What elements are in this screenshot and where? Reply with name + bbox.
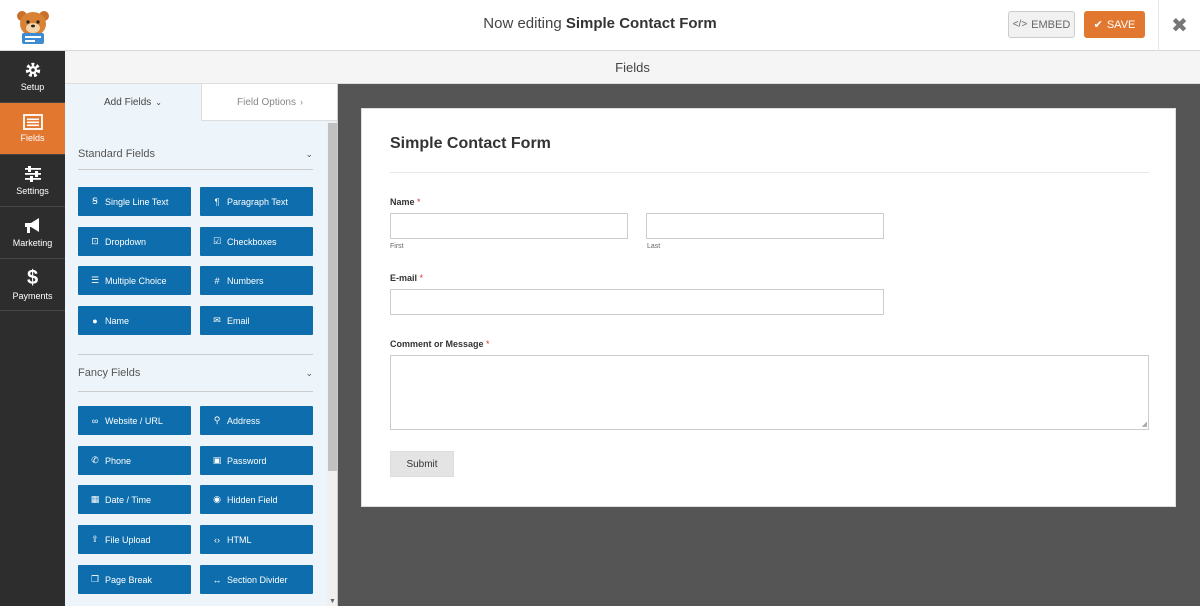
code-icon: </> <box>1012 19 1028 30</box>
add-file-upload-button[interactable]: ⇪ File Upload <box>78 525 191 554</box>
divider <box>78 169 313 170</box>
link-icon: ∞ <box>91 415 99 426</box>
chevron-down-icon: ⌄ <box>305 148 313 159</box>
fields-panel: Add Fields ⌄ Field Options › ▼ Standard … <box>65 84 338 606</box>
phone-icon: ✆ <box>91 455 99 465</box>
chevron-right-icon: › <box>299 97 303 107</box>
comment-textarea[interactable]: ◢ <box>390 355 1149 430</box>
fancy-fields-header[interactable]: Fancy Fields ⌄ <box>78 363 313 383</box>
standard-fields-header[interactable]: Standard Fields ⌄ <box>78 144 313 164</box>
scroll-down-icon[interactable]: ▼ <box>329 598 336 605</box>
name-label: Name * <box>390 197 421 207</box>
envelope-icon: ✉ <box>213 315 221 325</box>
map-pin-icon: ⚲ <box>213 415 221 425</box>
add-section-divider-button[interactable]: ↔ Section Divider <box>200 565 313 594</box>
add-address-button[interactable]: ⚲ Address <box>200 406 313 435</box>
tab-add-fields[interactable]: Add Fields ⌄ <box>65 84 201 121</box>
add-phone-button[interactable]: ✆ Phone <box>78 446 191 475</box>
add-html-button[interactable]: ‹› HTML <box>200 525 313 554</box>
nav-item-marketing[interactable]: Marketing <box>0 207 65 259</box>
eye-slash-icon: ◉ <box>213 494 221 504</box>
nav-item-setup[interactable]: Setup <box>0 51 65 103</box>
panel-tabs: Add Fields ⌄ Field Options › <box>65 84 337 121</box>
form-preview: Simple Contact Form Name * First Last E-… <box>361 108 1176 507</box>
text-icon: Ꞩ <box>92 196 98 206</box>
email-input[interactable] <box>390 289 884 315</box>
resize-handle-icon[interactable]: ◢ <box>1142 421 1147 428</box>
check-icon: ✔ <box>1093 19 1103 31</box>
divider <box>390 172 1149 173</box>
tab-field-options[interactable]: Field Options › <box>201 84 337 121</box>
calendar-icon: ▦ <box>90 494 100 504</box>
scrollbar[interactable]: ▼ <box>327 121 337 606</box>
copy-icon: ❐ <box>90 574 100 584</box>
name-first-input[interactable] <box>390 213 628 239</box>
nav-item-settings[interactable]: Settings <box>0 155 65 207</box>
dollar-icon: $ <box>26 267 39 289</box>
close-icon: ✖ <box>1171 15 1188 37</box>
nav-item-fields[interactable]: Fields <box>0 103 65 155</box>
add-email-button[interactable]: ✉ Email <box>200 306 313 335</box>
hash-icon: # <box>214 275 220 286</box>
paragraph-icon: ¶ <box>214 196 220 207</box>
dropdown-icon: ⊡ <box>91 236 99 246</box>
add-multiple-choice-button[interactable]: ☰ Multiple Choice <box>78 266 191 295</box>
name-last-input[interactable] <box>646 213 884 239</box>
fields-header: Fields <box>65 51 1200 84</box>
add-website-url-button[interactable]: ∞ Website / URL <box>78 406 191 435</box>
add-password-button[interactable]: ▣ Password <box>200 446 313 475</box>
add-paragraph-text-button[interactable]: ¶ Paragraph Text <box>200 187 313 216</box>
divider <box>78 391 313 392</box>
user-icon: ● <box>92 315 98 326</box>
add-name-button[interactable]: ● Name <box>78 306 191 335</box>
add-page-break-button[interactable]: ❐ Page Break <box>78 565 191 594</box>
name-first-sublabel: First <box>390 243 404 250</box>
divider <box>78 354 313 355</box>
submit-button[interactable]: Submit <box>390 451 454 477</box>
close-button[interactable]: ✖ <box>1158 0 1200 51</box>
nav-item-payments[interactable]: $ Payments <box>0 259 65 311</box>
add-checkboxes-button[interactable]: ☑ Checkboxes <box>200 227 313 256</box>
add-single-line-text-button[interactable]: Ꞩ Single Line Text <box>78 187 191 216</box>
scrollbar-thumb[interactable] <box>328 123 337 471</box>
add-numbers-button[interactable]: # Numbers <box>200 266 313 295</box>
sliders-icon <box>24 166 41 182</box>
checkbox-icon: ☑ <box>212 236 222 246</box>
form-title[interactable]: Simple Contact Form <box>390 135 551 153</box>
lock-icon: ▣ <box>212 455 222 465</box>
upload-icon: ⇪ <box>91 534 99 544</box>
add-hidden-field-button[interactable]: ◉ Hidden Field <box>200 485 313 514</box>
chevron-down-icon: ⌄ <box>155 98 162 107</box>
embed-button[interactable]: </> EMBED <box>1008 11 1075 38</box>
wpforms-logo <box>0 0 65 51</box>
chevron-down-icon: ⌄ <box>305 367 313 378</box>
email-label: E-mail * <box>390 273 424 283</box>
top-bar: Now editing Simple Contact Form </> EMBE… <box>0 0 1200 51</box>
comment-label: Comment or Message * <box>390 339 490 349</box>
add-dropdown-button[interactable]: ⊡ Dropdown <box>78 227 191 256</box>
gear-icon <box>25 62 40 78</box>
code-icon: ‹› <box>214 534 220 545</box>
save-button[interactable]: ✔ SAVE <box>1084 11 1145 38</box>
list-icon: ☰ <box>90 275 100 285</box>
arrows-h-icon: ↔ <box>212 574 222 585</box>
name-last-sublabel: Last <box>647 243 661 250</box>
left-nav: Setup Fields Settings Marketing $ Paymen… <box>0 51 65 606</box>
fields-icon <box>22 114 43 130</box>
add-date-time-button[interactable]: ▦ Date / Time <box>78 485 191 514</box>
megaphone-icon <box>24 218 39 233</box>
